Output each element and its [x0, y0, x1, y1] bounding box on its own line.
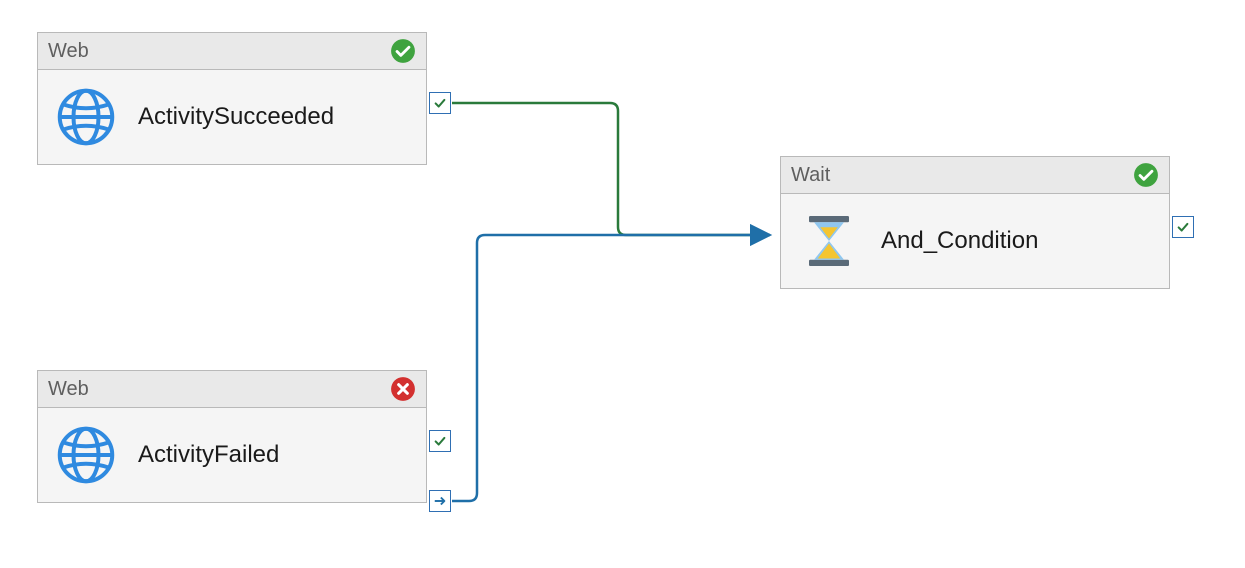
activity-body: ActivitySucceeded	[38, 70, 426, 164]
activity-type-label: Web	[48, 378, 89, 401]
activity-type-label: Web	[48, 40, 89, 63]
output-port-completion[interactable]	[429, 490, 451, 512]
output-port-success[interactable]	[429, 92, 451, 114]
status-failed-icon	[390, 376, 416, 402]
activity-node-failed[interactable]: Web ActivityFailed	[37, 370, 427, 503]
activity-name-label: And_Condition	[881, 227, 1038, 255]
output-port-success[interactable]	[1172, 216, 1194, 238]
hourglass-icon	[799, 211, 859, 271]
activity-header: Web	[38, 33, 426, 70]
output-port-success[interactable]	[429, 430, 451, 452]
edge-success-to-and	[452, 103, 769, 235]
status-success-icon	[390, 38, 416, 64]
activity-header: Wait	[781, 157, 1169, 194]
activity-name-label: ActivityFailed	[138, 441, 279, 469]
status-success-icon	[1133, 162, 1159, 188]
activity-node-succeeded[interactable]: Web ActivitySucceeded	[37, 32, 427, 165]
pipeline-canvas[interactable]: Web ActivitySucceeded Web	[0, 0, 1245, 568]
activity-node-and-condition[interactable]: Wait And_Condition	[780, 156, 1170, 289]
edge-completion-to-and	[452, 235, 770, 501]
activity-type-label: Wait	[791, 164, 830, 187]
activity-body: And_Condition	[781, 194, 1169, 288]
activity-body: ActivityFailed	[38, 408, 426, 502]
activity-header: Web	[38, 371, 426, 408]
activity-name-label: ActivitySucceeded	[138, 103, 334, 131]
globe-icon	[56, 425, 116, 485]
globe-icon	[56, 87, 116, 147]
